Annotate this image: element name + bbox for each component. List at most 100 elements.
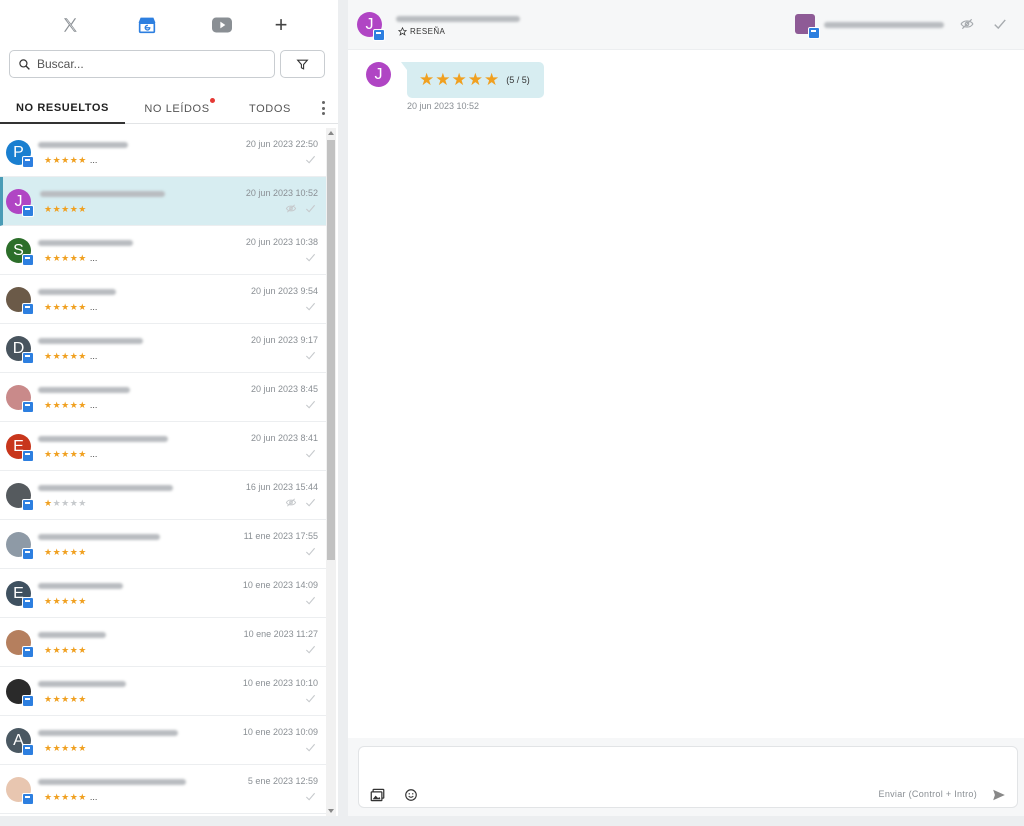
star-rating: ★★★★★... (44, 155, 98, 165)
star-rating: ★★★★★... (44, 792, 98, 802)
check-icon[interactable] (305, 497, 316, 508)
youtube-icon[interactable] (210, 13, 234, 37)
check-icon[interactable] (305, 448, 316, 459)
list-item[interactable]: S 20 jun 2023 10:38 ★★★★★... (0, 226, 326, 275)
resolve-check-icon[interactable] (991, 15, 1009, 33)
check-icon[interactable] (305, 399, 316, 410)
reply-composer: Enviar (Control + Intro) (358, 746, 1018, 808)
list-item[interactable]: E 20 jun 2023 8:41 ★★★★★... (0, 422, 326, 471)
review-date: 10 ene 2023 11:27 (243, 629, 318, 639)
list-item[interactable]: P 20 jun 2023 22:50 ★★★★★... (0, 128, 326, 177)
star-rating: ★★★★★... (44, 400, 98, 410)
star-rating: ★★★★★ (44, 547, 87, 557)
search-input[interactable] (37, 57, 257, 71)
check-icon[interactable] (305, 644, 316, 655)
check-icon[interactable] (305, 693, 316, 704)
check-icon[interactable] (305, 350, 316, 361)
review-date: 10 ene 2023 14:09 (242, 580, 318, 590)
hide-icon[interactable] (958, 15, 976, 33)
google-badge-icon (22, 646, 34, 658)
list-item[interactable]: 20 jun 2023 9:54 ★★★★★... (0, 275, 326, 324)
tab-label: NO LEÍDOS (144, 102, 210, 115)
author-name (38, 240, 133, 246)
tab-label: NO RESUELTOS (16, 101, 109, 114)
filter-button[interactable] (280, 50, 325, 78)
google-badge-icon (22, 499, 34, 511)
conversations-panel: + NO RESUELTOS NO LEÍDOS TODOS P 20 jun … (0, 0, 338, 816)
reply-input[interactable] (369, 753, 1009, 779)
tab-no-resueltos[interactable]: NO RESUELTOS (0, 93, 125, 124)
tab-todos[interactable]: TODOS (240, 93, 300, 124)
unread-dot (210, 98, 215, 103)
send-icon[interactable] (991, 787, 1007, 803)
star-rating: ★★★★★ (44, 204, 87, 214)
check-icon[interactable] (305, 301, 316, 312)
list-scrollbar[interactable] (326, 128, 336, 816)
star-rating: ★★★★★... (44, 351, 98, 361)
review-date: 20 jun 2023 9:17 (250, 335, 318, 345)
check-icon[interactable] (305, 154, 316, 165)
author-name (38, 583, 123, 589)
hide-icon[interactable] (285, 203, 297, 214)
review-date: 16 jun 2023 15:44 (245, 482, 318, 492)
check-icon[interactable] (305, 791, 316, 802)
check-icon[interactable] (305, 203, 316, 214)
search-box (9, 50, 275, 78)
scrollbar-thumb[interactable] (327, 140, 335, 560)
star-rating: ★★★★★ (44, 694, 87, 704)
scroll-up-icon[interactable] (328, 131, 334, 135)
star-rating: ★★★★★ (44, 596, 87, 606)
list-item[interactable]: 5 ene 2023 12:59 ★★★★★... (0, 765, 326, 814)
check-icon[interactable] (305, 546, 316, 557)
google-badge-icon (22, 744, 34, 756)
google-business-icon[interactable] (135, 13, 159, 37)
list-item[interactable]: 16 jun 2023 15:44 ★★★★★ (0, 471, 326, 520)
image-upload-icon[interactable] (369, 787, 385, 803)
author-name (38, 387, 130, 393)
hide-icon[interactable] (285, 497, 297, 508)
review-date: 20 jun 2023 22:50 (245, 139, 318, 149)
review-date: 20 jun 2023 8:45 (250, 384, 318, 394)
star-rating: ★★★★★... (44, 302, 98, 312)
star-rating: ★★★★★ (44, 645, 87, 655)
google-badge-icon (808, 27, 820, 39)
scroll-down-icon[interactable] (328, 809, 334, 813)
author-name (38, 338, 143, 344)
author-name (38, 436, 168, 442)
review-type-label: RESEÑA (398, 27, 445, 36)
author-name (40, 191, 165, 197)
google-badge-icon (22, 548, 34, 560)
google-badge-icon (22, 156, 34, 168)
list-item[interactable]: D 20 jun 2023 9:17 ★★★★★... (0, 324, 326, 373)
google-badge-icon (22, 793, 34, 805)
list-item[interactable]: A 10 ene 2023 10:09 ★★★★★ (0, 716, 326, 765)
star-rating: ★★★★★... (44, 449, 98, 459)
author-name (38, 730, 178, 736)
check-icon[interactable] (305, 742, 316, 753)
search-icon (19, 58, 30, 70)
list-item[interactable]: 20 jun 2023 8:45 ★★★★★... (0, 373, 326, 422)
list-item[interactable]: 11 ene 2023 17:55 ★★★★★ (0, 520, 326, 569)
author-name (38, 681, 126, 687)
review-date: 20 jun 2023 8:41 (250, 433, 318, 443)
emoji-icon[interactable] (403, 787, 419, 803)
review-message-bubble: ★★★★★ (5 / 5) (401, 62, 544, 98)
check-icon[interactable] (305, 252, 316, 263)
filter-icon (296, 59, 309, 70)
add-channel-icon[interactable]: + (269, 12, 293, 37)
list-item[interactable]: 10 ene 2023 10:10 ★★★★★ (0, 667, 326, 716)
list-item[interactable]: E 10 ene 2023 14:09 ★★★★★ (0, 569, 326, 618)
tab-no-leidos[interactable]: NO LEÍDOS (137, 93, 217, 124)
status-tabs: NO RESUELTOS NO LEÍDOS TODOS (0, 93, 338, 124)
check-icon[interactable] (305, 595, 316, 606)
x-twitter-icon[interactable] (58, 13, 82, 37)
author-name (38, 632, 106, 638)
list-item[interactable]: 10 ene 2023 11:27 ★★★★★ (0, 618, 326, 667)
star-outline-icon (398, 27, 407, 36)
google-badge-icon (373, 29, 385, 41)
list-item[interactable]: J 20 jun 2023 10:52 ★★★★★ (0, 177, 326, 226)
author-name (38, 289, 116, 295)
review-list: P 20 jun 2023 22:50 ★★★★★... J 20 jun 20… (0, 128, 326, 816)
review-date: 20 jun 2023 10:38 (245, 237, 318, 247)
more-options-icon[interactable] (317, 99, 329, 117)
